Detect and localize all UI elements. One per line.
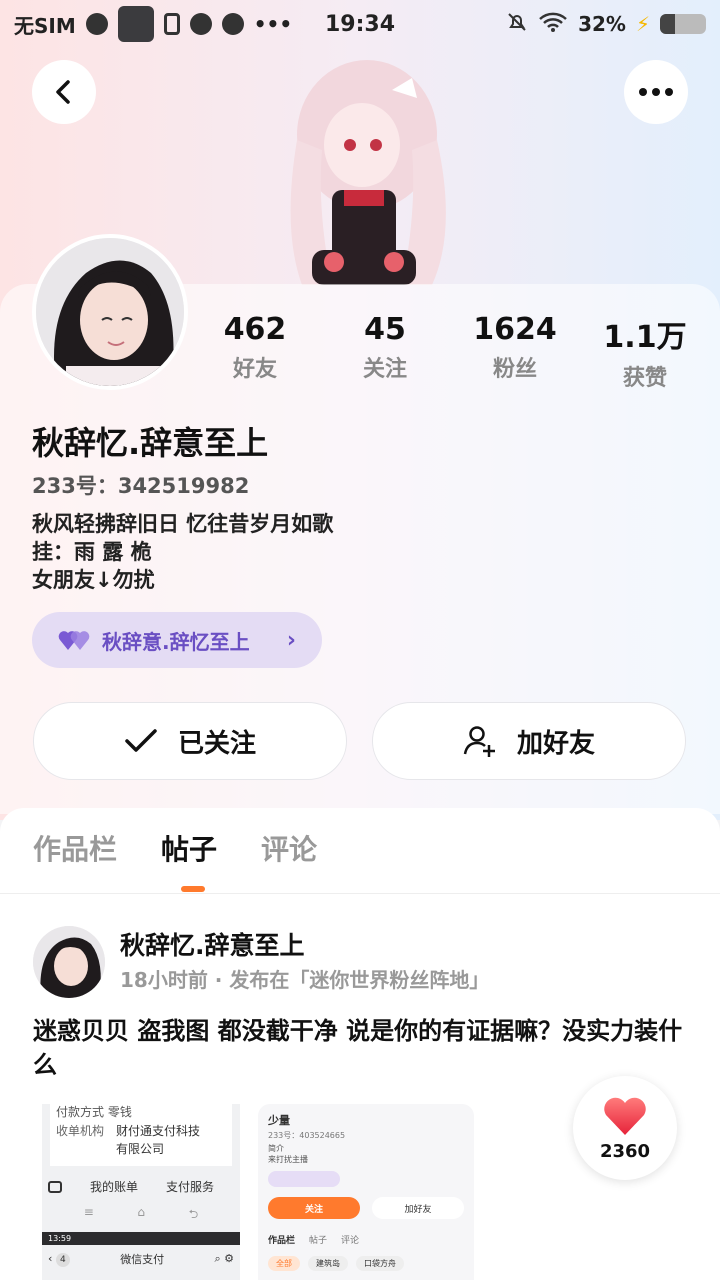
status-bar: 无SIM ••• 19:34 32% ⚡	[0, 0, 720, 48]
thumb-tab: 帖子	[309, 1236, 328, 1246]
profile-bio: 秋风轻拂辞旧日 忆往昔岁月如歌 挂：雨 露 桅 女朋友↓勿扰	[32, 510, 333, 594]
avatar[interactable]	[32, 234, 188, 390]
back-icon: ⮌	[188, 1207, 199, 1221]
thumb-chip: 口袋方舟	[356, 1256, 404, 1271]
battery-icon	[660, 14, 706, 34]
status-time: 19:34	[324, 11, 396, 37]
thumb-back-count: 4	[55, 1252, 70, 1267]
add-user-icon	[463, 726, 495, 757]
profile-tabs: 作品栏 帖子 评论	[33, 828, 317, 868]
thumb-line: 收单机构	[56, 1124, 105, 1138]
thumb-tab: 评论	[341, 1236, 360, 1246]
couple-tag-label: 秋辞意.辞忆至上	[102, 629, 250, 654]
stat-friends[interactable]: 462 好友	[190, 312, 320, 392]
followed-label: 已关注	[177, 728, 256, 759]
tab-comments[interactable]: 评论	[261, 828, 317, 868]
add-friend-label: 加好友	[516, 728, 595, 759]
thumb-service-label: 支付服务	[166, 1180, 215, 1194]
stat-label: 粉丝	[492, 357, 537, 382]
thumb-bill-label: 我的账单	[90, 1180, 139, 1194]
post-author-name[interactable]: 秋辞忆.辞意至上	[120, 926, 305, 962]
thumb-tab: 作品栏	[268, 1236, 296, 1246]
back-button[interactable]	[32, 60, 96, 124]
bio-line: 女朋友↓勿扰	[32, 568, 155, 592]
more-button[interactable]	[624, 60, 688, 124]
thumb-line: 财付通支付科技	[116, 1124, 201, 1138]
followed-button[interactable]: 已关注	[33, 702, 347, 780]
stat-following[interactable]: 45 关注	[320, 312, 450, 392]
couple-tag-button[interactable]: 秋辞意.辞忆至上 ›	[32, 612, 322, 668]
avatar-photo	[33, 926, 105, 998]
search-icon: ⌕ ⚙	[214, 1252, 234, 1265]
banner-character-image	[290, 60, 446, 285]
stat-label: 好友	[232, 357, 277, 382]
menu-icon: ≡	[83, 1205, 94, 1219]
divider	[0, 893, 720, 894]
thumb-chip: 全部	[268, 1256, 300, 1271]
like-button[interactable]: 2360	[573, 1076, 677, 1180]
home-icon: ⌂	[137, 1205, 146, 1219]
thumb-line: 付款方式 零钱	[56, 1105, 132, 1119]
thumb-status-time: 13:59	[48, 1234, 72, 1243]
keyboard-icon	[48, 1180, 62, 1193]
post-image-2[interactable]: 少量 233号：403524665 简介 来打扰主播 关注 加好友 作品栏 帖子…	[258, 1104, 474, 1280]
tab-posts[interactable]: 帖子	[161, 828, 217, 868]
more-horizontal-icon	[639, 88, 673, 96]
profile-uid: 233号：342519982	[32, 474, 250, 498]
stat-likes[interactable]: 1.1万 获赞	[580, 312, 710, 392]
thumb-sub: 简介	[268, 1144, 284, 1153]
post-image-1[interactable]: 付款方式 零钱 收单机构 财付通支付科技 有限公司 我的账单 支付服务 ≡ ⌂ …	[42, 1104, 240, 1280]
stat-label: 获赞	[622, 366, 667, 391]
stat-value: 1.1万	[603, 320, 687, 355]
thumb-line: 有限公司	[116, 1142, 165, 1156]
bio-line: 秋风轻拂辞旧日 忆往昔岁月如歌	[32, 512, 334, 536]
stat-value: 45	[364, 312, 406, 347]
tab-works[interactable]: 作品栏	[33, 828, 117, 868]
profile-stats: 462 好友 45 关注 1624 粉丝 1.1万 获赞	[190, 312, 710, 392]
double-heart-icon	[58, 631, 90, 650]
thumb-id: 233号：403524665	[268, 1131, 346, 1140]
add-friend-button[interactable]: 加好友	[372, 702, 686, 780]
heart-icon	[604, 1097, 646, 1135]
post-meta: 18小时前 · 发布在「迷你世界粉丝阵地」	[120, 968, 490, 992]
active-tab-indicator	[181, 886, 205, 892]
profile-nickname: 秋辞忆.辞意至上	[32, 424, 269, 462]
stat-value: 462	[223, 312, 287, 347]
post-author-avatar[interactable]	[33, 926, 105, 998]
post-text[interactable]: 迷惑贝贝 盗我图 都没截干净 说是你的有证据嘛？没实力装什么	[33, 1014, 693, 1082]
chevron-left-icon	[56, 80, 70, 104]
thumb-sub: 来打扰主播	[268, 1155, 308, 1164]
check-icon	[125, 729, 157, 752]
thumb-name: 少量	[268, 1114, 290, 1127]
stat-value: 1624	[473, 312, 557, 347]
stat-fans[interactable]: 1624 粉丝	[450, 312, 580, 392]
bio-line: 挂：雨 露 桅	[32, 540, 152, 564]
thumb-chip: 建筑岛	[308, 1256, 348, 1271]
thumb-follow: 关注	[268, 1197, 360, 1219]
thumb-tag	[268, 1171, 340, 1187]
avatar-photo	[36, 238, 184, 386]
stat-label: 关注	[362, 357, 407, 382]
thumb-add: 加好友	[372, 1197, 464, 1219]
like-count: 2360	[599, 1140, 651, 1162]
chevron-right-icon: ›	[286, 627, 296, 653]
thumb-back: ‹ 4	[48, 1252, 70, 1267]
thumb-wechat-title: 微信支付	[120, 1253, 165, 1266]
